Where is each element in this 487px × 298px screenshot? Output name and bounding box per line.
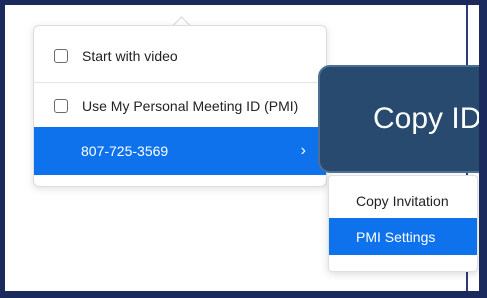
menu-divider [34, 82, 326, 83]
pmi-submenu: Copy Invitation PMI Settings [328, 175, 478, 272]
new-meeting-dropdown-menu: Start with video Use My Personal Meeting… [33, 25, 327, 187]
meeting-id-row[interactable]: 807-725-3569 › [34, 127, 326, 175]
start-with-video-checkbox[interactable] [54, 49, 68, 63]
copy-id-tooltip-text: Copy ID [373, 102, 479, 135]
copy-invitation-item[interactable]: Copy Invitation [329, 183, 477, 219]
meeting-id-text: 807-725-3569 [81, 143, 169, 159]
start-with-video-option[interactable]: Start with video [34, 39, 326, 73]
start-with-video-label: Start with video [82, 48, 178, 64]
use-pmi-label: Use My Personal Meeting ID (PMI) [82, 98, 299, 114]
use-pmi-option[interactable]: Use My Personal Meeting ID (PMI) [34, 89, 326, 123]
use-pmi-checkbox[interactable] [54, 99, 68, 113]
app-frame: Schedule Share screen Start with video U… [5, 5, 479, 291]
chevron-right-icon: › [300, 142, 306, 159]
copy-id-tooltip: Copy ID [318, 65, 479, 173]
pmi-settings-item[interactable]: PMI Settings [329, 218, 477, 255]
